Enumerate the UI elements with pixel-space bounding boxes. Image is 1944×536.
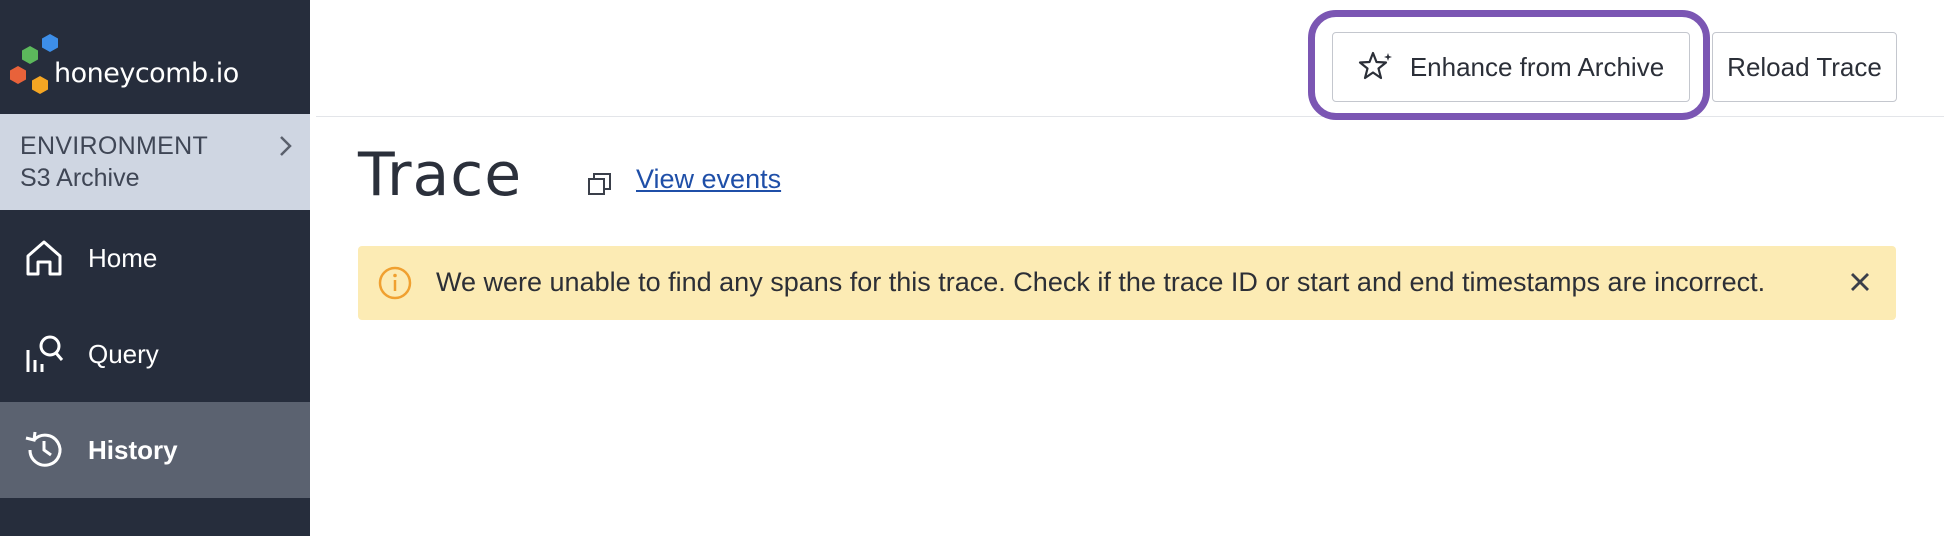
- sidebar-item-query[interactable]: Query: [0, 306, 310, 402]
- info-icon: [378, 266, 412, 300]
- environment-label: ENVIRONMENT: [20, 132, 209, 160]
- reload-label: Reload Trace: [1727, 51, 1882, 82]
- sidebar-item-home[interactable]: Home: [0, 210, 310, 306]
- honeycomb-logo[interactable]: honeycomb.io: [0, 0, 310, 114]
- chevron-right-icon: [280, 136, 292, 156]
- history-icon: [25, 431, 62, 467]
- home-icon: [26, 240, 62, 276]
- close-icon[interactable]: [1848, 270, 1872, 294]
- environment-value: S3 Archive: [20, 164, 140, 192]
- reload-trace-button[interactable]: Reload Trace: [1712, 32, 1897, 102]
- query-icon: [26, 335, 64, 372]
- sidebar-item-history[interactable]: History: [0, 402, 310, 498]
- copy-icon[interactable]: [586, 170, 614, 198]
- logo-text: honeycomb.io: [54, 58, 239, 89]
- sidebar: honeycomb.io ENVIRONMENT S3 Archive Home…: [0, 0, 310, 536]
- warning-alert: We were unable to find any spans for thi…: [358, 246, 1896, 320]
- page-title: Trace: [358, 140, 523, 210]
- sidebar-item-label: Home: [88, 242, 158, 273]
- highlight-ring: [1308, 10, 1710, 120]
- view-events-link[interactable]: View events: [636, 164, 781, 195]
- sidebar-item-label: Query: [88, 338, 159, 369]
- hexagon-logo-icon: [10, 34, 58, 94]
- environment-selector[interactable]: ENVIRONMENT S3 Archive: [0, 114, 310, 210]
- sidebar-item-label: History: [88, 434, 178, 465]
- alert-message: We were unable to find any spans for thi…: [436, 267, 1766, 297]
